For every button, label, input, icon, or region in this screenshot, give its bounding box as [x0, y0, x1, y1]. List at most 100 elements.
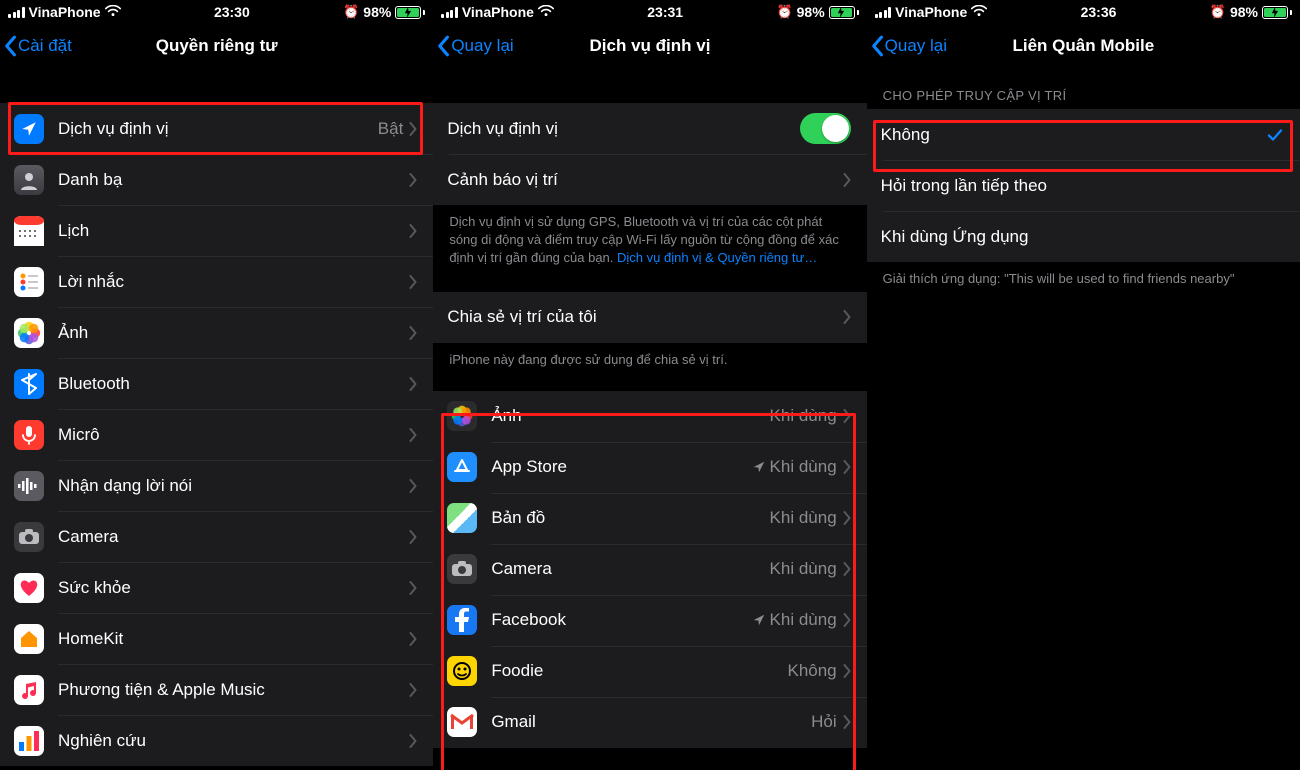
chevron-right-icon	[409, 122, 417, 136]
row-photos[interactable]: Ảnh	[0, 307, 433, 358]
location-icon	[14, 114, 44, 144]
row-reminders[interactable]: Lời nhắc	[0, 256, 433, 307]
row-app-camera[interactable]: Camera Khi dùng	[433, 544, 866, 595]
back-button[interactable]: Quay lại	[867, 35, 947, 57]
home-icon	[14, 624, 44, 654]
app-value: Không	[787, 661, 836, 681]
app-label: Camera	[491, 559, 769, 579]
chevron-right-icon	[409, 377, 417, 391]
chevron-right-icon	[409, 734, 417, 748]
option-label: Hỏi trong lần tiếp theo	[881, 176, 1284, 196]
carrier-label: VinaPhone	[462, 4, 534, 20]
row-app-maps[interactable]: Bản đồ Khi dùng	[433, 493, 866, 544]
screen-location-services: VinaPhone 23:31 ⏰ 98% Quay lại Dịch vụ đ…	[433, 0, 866, 770]
status-bar: VinaPhone 23:36 ⏰ 98%	[867, 0, 1300, 24]
carrier-label: VinaPhone	[895, 4, 967, 20]
row-app-foodie[interactable]: Foodie Không	[433, 646, 866, 697]
status-bar: VinaPhone 23:31 ⏰ 98%	[433, 0, 866, 24]
nav-bar: Cài đặt Quyền riêng tư	[0, 24, 433, 68]
footer-description: Dịch vụ định vị sử dụng GPS, Bluetooth v…	[433, 205, 866, 280]
option-while-using[interactable]: Khi dùng Ứng dụng	[867, 211, 1300, 262]
row-app-appstore[interactable]: App Store Khi dùng	[433, 442, 866, 493]
chevron-left-icon	[2, 35, 18, 57]
app-value: Khi dùng	[752, 610, 837, 630]
row-label: Sức khỏe	[58, 578, 409, 598]
privacy-link[interactable]: Dịch vụ định vị & Quyền riêng tư…	[617, 250, 817, 265]
row-microphone[interactable]: Micrô	[0, 409, 433, 460]
row-location-services[interactable]: Dịch vụ định vị Bật	[0, 103, 433, 154]
bluetooth-icon	[14, 369, 44, 399]
battery-icon	[1262, 6, 1292, 19]
wifi-icon	[538, 4, 554, 20]
chevron-right-icon	[409, 683, 417, 697]
row-location-alerts[interactable]: Cảnh báo vị trí	[433, 154, 866, 205]
row-label: Phương tiện & Apple Music	[58, 680, 409, 700]
appstore-icon	[447, 452, 477, 482]
screen-app-location-permission: VinaPhone 23:36 ⏰ 98% Quay lại Liên Quân…	[867, 0, 1300, 770]
chevron-right-icon	[409, 224, 417, 238]
back-button[interactable]: Quay lại	[433, 35, 513, 57]
row-share-location[interactable]: Chia sẻ vị trí của tôi	[433, 292, 866, 343]
app-label: Facebook	[491, 610, 751, 630]
battery-label: 98%	[363, 4, 391, 20]
row-value: Bật	[378, 119, 404, 139]
location-arrow-icon	[752, 613, 766, 627]
alarm-icon: ⏰	[1210, 4, 1226, 20]
chevron-right-icon	[843, 310, 851, 324]
row-label: Cảnh báo vị trí	[447, 170, 842, 190]
facebook-icon	[447, 605, 477, 635]
battery-icon	[395, 6, 425, 19]
row-location-toggle[interactable]: Dịch vụ định vị	[433, 103, 866, 154]
row-label: Bluetooth	[58, 374, 409, 394]
row-health[interactable]: Sức khỏe	[0, 562, 433, 613]
chevron-right-icon	[409, 479, 417, 493]
photos-app-icon	[447, 401, 477, 431]
chevron-right-icon	[843, 511, 851, 525]
app-value: Khi dùng	[770, 508, 837, 528]
app-value: Hỏi	[811, 712, 837, 732]
row-speech[interactable]: Nhận dạng lời nói	[0, 460, 433, 511]
chevron-right-icon	[409, 530, 417, 544]
row-label: Lời nhắc	[58, 272, 409, 292]
gmail-icon	[447, 707, 477, 737]
option-ask-next-time[interactable]: Hỏi trong lần tiếp theo	[867, 160, 1300, 211]
row-label: Chia sẻ vị trí của tôi	[447, 307, 842, 327]
row-media[interactable]: Phương tiện & Apple Music	[0, 664, 433, 715]
app-value: Khi dùng	[770, 406, 837, 426]
microphone-icon	[14, 420, 44, 450]
row-app-photos[interactable]: Ảnh Khi dùng	[433, 391, 866, 442]
chevron-right-icon	[843, 460, 851, 474]
app-value: Khi dùng	[752, 457, 837, 477]
location-arrow-icon	[752, 460, 766, 474]
row-label: HomeKit	[58, 629, 409, 649]
chevron-right-icon	[843, 409, 851, 423]
row-homekit[interactable]: HomeKit	[0, 613, 433, 664]
check-icon	[1266, 126, 1284, 144]
clock: 23:36	[987, 4, 1210, 20]
back-label: Cài đặt	[18, 36, 72, 56]
row-camera[interactable]: Camera	[0, 511, 433, 562]
foodie-icon	[447, 656, 477, 686]
screen-privacy: VinaPhone 23:30 ⏰ 98% Cài đặt Quyền riên…	[0, 0, 433, 770]
option-never[interactable]: Không	[867, 109, 1300, 160]
row-bluetooth[interactable]: Bluetooth	[0, 358, 433, 409]
row-calendar[interactable]: Lịch	[0, 205, 433, 256]
health-icon	[14, 573, 44, 603]
row-research[interactable]: Nghiên cứu	[0, 715, 433, 766]
back-button[interactable]: Cài đặt	[0, 35, 72, 57]
row-app-gmail[interactable]: Gmail Hỏi	[433, 697, 866, 748]
row-contacts[interactable]: Danh bạ	[0, 154, 433, 205]
clock: 23:30	[121, 4, 344, 20]
chevron-left-icon	[435, 35, 451, 57]
row-label: Lịch	[58, 221, 409, 241]
wifi-icon	[971, 4, 987, 20]
back-label: Quay lại	[885, 36, 947, 56]
app-explanation: Giải thích ứng dụng: "This will be used …	[867, 262, 1300, 300]
signal-icon	[8, 7, 25, 18]
row-label: Danh bạ	[58, 170, 409, 190]
status-bar: VinaPhone 23:30 ⏰ 98%	[0, 0, 433, 24]
app-label: Gmail	[491, 712, 811, 732]
chevron-left-icon	[869, 35, 885, 57]
row-app-facebook[interactable]: Facebook Khi dùng	[433, 595, 866, 646]
toggle-switch[interactable]	[800, 113, 851, 144]
